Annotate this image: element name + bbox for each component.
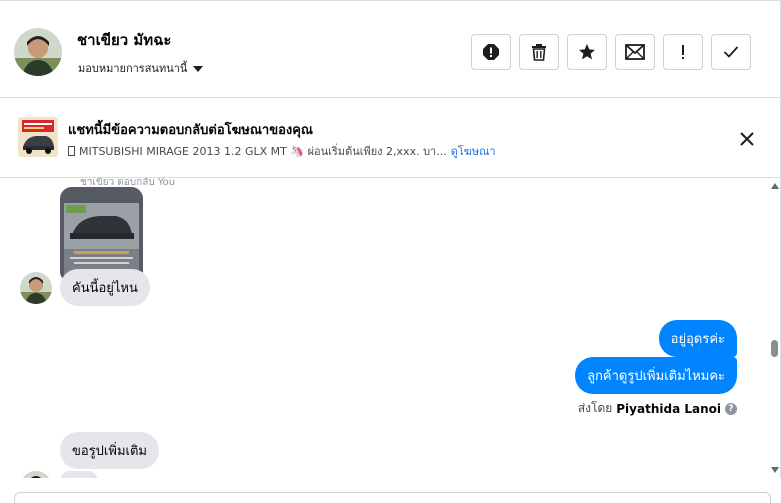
chevron-down-icon	[193, 65, 204, 72]
contact-avatar-small[interactable]	[20, 471, 52, 478]
delete-button[interactable]	[519, 34, 559, 70]
assign-label: มอบหมายการสนทนานี้	[78, 62, 188, 75]
ad-banner-title: แชทนี้มีข้อความตอบกลับต่อโฆษณาของคุณ	[68, 123, 313, 138]
follow-up-button[interactable]	[663, 34, 703, 70]
message-bubble-incoming[interactable]	[60, 471, 98, 478]
contact-name[interactable]: ชาเขียว มัทฉะ	[77, 28, 171, 52]
help-icon[interactable]: ?	[725, 402, 737, 415]
mark-done-button[interactable]	[711, 34, 751, 70]
conversation-header: ชาเขียว มัทฉะ มอบหมายการสนทนานี้	[0, 0, 781, 98]
trash-icon	[530, 43, 548, 61]
sent-by-prefix: ส่งโดย	[577, 401, 613, 415]
envelope-icon	[625, 44, 645, 60]
ad-description: MITSUBISHI MIRAGE 2013 1.2 GLX MT 🦄 ผ่อน…	[79, 145, 447, 158]
message-bubble-incoming[interactable]: ขอรูปเพิ่มเติม	[60, 432, 159, 469]
sent-by-label: ส่งโดย Piyathida Lanoi ?	[578, 399, 737, 418]
contact-avatar-small[interactable]	[20, 272, 52, 304]
sent-by-name: Piyathida Lanoi	[616, 401, 721, 416]
message-bubble-outgoing[interactable]: ลูกค้าดูรูปเพิ่มเติมไหมคะ	[575, 357, 737, 394]
contact-avatar[interactable]	[14, 28, 62, 76]
close-icon	[737, 132, 757, 153]
ad-text-icon	[68, 146, 75, 156]
ad-reply-banner: แชทนี้มีข้อความตอบกลับต่อโฆษณาของคุณ MIT…	[0, 98, 781, 178]
message-bubble-incoming[interactable]: คันนี้อยู่ไหน	[60, 269, 150, 306]
star-icon	[578, 43, 596, 61]
message-bubble-outgoing[interactable]: อยู่อุดรค่ะ	[658, 320, 737, 357]
checkmark-icon	[723, 45, 739, 59]
exclamation-icon	[680, 43, 686, 61]
mark-spam-button[interactable]	[471, 34, 511, 70]
ad-thumbnail[interactable]	[18, 117, 58, 157]
scrollbar-thumb[interactable]	[771, 340, 778, 357]
mark-unread-button[interactable]	[615, 34, 655, 70]
view-ad-link[interactable]: ดูโฆษณา	[451, 142, 496, 160]
message-thread: ชาเขียว ตอบกลับ You คันนี้อยู่ไหน อยู่อุ…	[0, 178, 781, 478]
ad-banner-subtitle: MITSUBISHI MIRAGE 2013 1.2 GLX MT 🦄 ผ่อน…	[68, 142, 496, 160]
mark-spam-icon	[482, 43, 500, 61]
close-banner-button[interactable]	[737, 129, 757, 149]
star-button[interactable]	[567, 34, 607, 70]
scroll-up-arrow[interactable]	[771, 183, 779, 189]
message-composer[interactable]	[14, 492, 771, 503]
assign-conversation-dropdown[interactable]: มอบหมายการสนทนานี้	[78, 59, 204, 77]
scroll-down-arrow[interactable]	[771, 467, 779, 473]
